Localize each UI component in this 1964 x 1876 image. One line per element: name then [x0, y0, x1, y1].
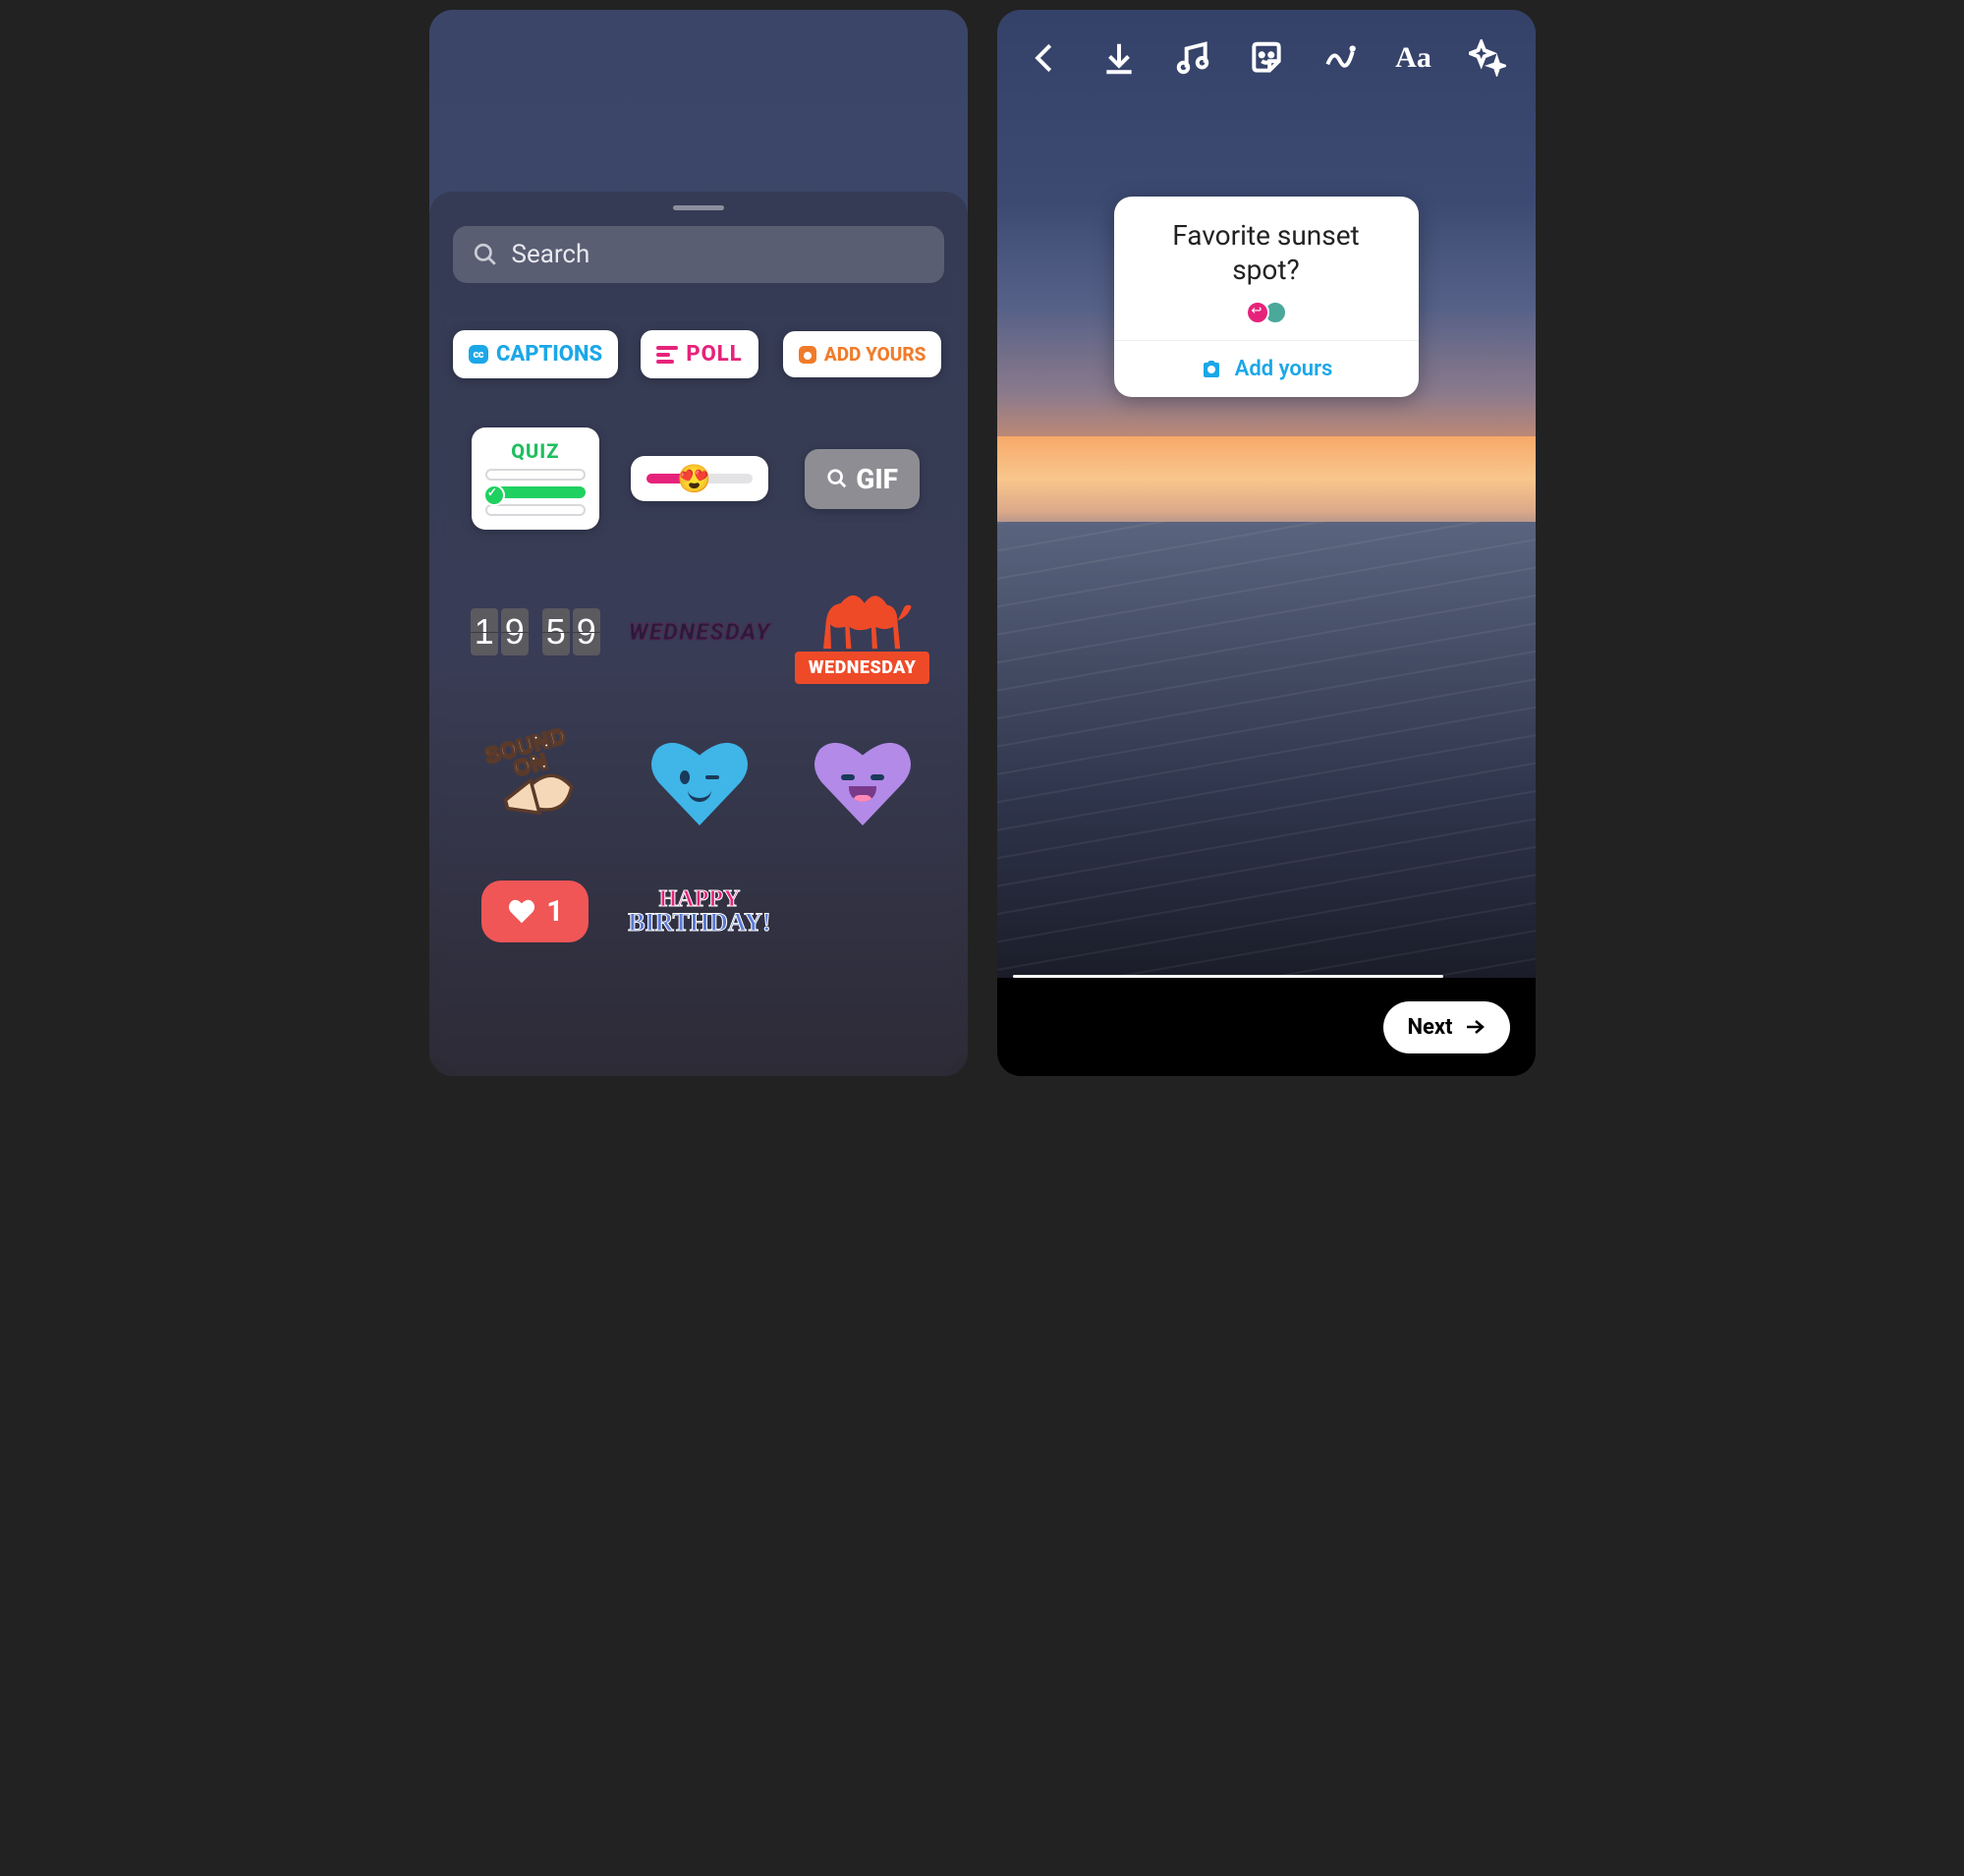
sparkle-button[interactable] — [1469, 39, 1506, 77]
sticker-quiz[interactable]: QUIZ — [472, 427, 599, 530]
add-yours-action[interactable]: Add yours — [1114, 341, 1419, 397]
music-button[interactable] — [1174, 39, 1211, 77]
quiz-correct-bar — [485, 486, 586, 498]
gif-label: GIF — [856, 463, 898, 495]
sticker-poll[interactable]: POLL — [641, 330, 758, 378]
next-button[interactable]: Next — [1383, 1001, 1509, 1053]
text-button[interactable]: Aa — [1395, 39, 1432, 77]
sticker-heart-purple[interactable] — [809, 733, 917, 831]
clock-digit: 1 — [471, 608, 498, 655]
sticker-captions[interactable]: cc CAPTIONS — [453, 330, 619, 378]
back-button[interactable] — [1027, 39, 1064, 77]
quiz-label: QUIZ — [485, 439, 586, 463]
story-editor-toolbar: Aa — [997, 39, 1536, 77]
prompt-question: Favorite sunset spot? — [1114, 197, 1419, 301]
search-icon — [826, 468, 848, 489]
chevron-left-icon — [1027, 39, 1064, 77]
poll-label: POLL — [686, 342, 742, 367]
quiz-option-bar — [485, 504, 586, 516]
camera-icon — [1200, 358, 1223, 381]
sticker-gif[interactable]: GIF — [805, 449, 920, 509]
download-icon — [1100, 39, 1138, 77]
tray-drag-handle[interactable] — [673, 205, 724, 210]
text-tool-label: Aa — [1395, 41, 1431, 75]
add-yours-action-label: Add yours — [1235, 357, 1333, 381]
story-progress-indicator — [1013, 975, 1443, 978]
participant-avatars — [1114, 301, 1419, 340]
clock-digit: 9 — [501, 608, 529, 655]
quiz-option-bar — [485, 469, 586, 481]
captions-label: CAPTIONS — [496, 342, 602, 367]
search-icon — [473, 242, 498, 267]
sticker-happy-birthday[interactable]: HAPPY BIRTHDAY! — [628, 889, 771, 934]
sticker-search-input[interactable]: Search — [453, 226, 944, 283]
effects-button[interactable] — [1321, 39, 1359, 77]
squiggle-icon — [1321, 39, 1359, 77]
heart-filled-icon — [507, 897, 536, 927]
wednesday-label: WEDNESDAY — [629, 618, 771, 646]
story-background-image — [997, 10, 1536, 1076]
slider-track: 😍 — [646, 474, 753, 483]
sticker-like-count[interactable]: 1 — [481, 881, 589, 942]
add-yours-prompt-card[interactable]: Favorite sunset spot? Add yours — [1114, 197, 1419, 397]
download-button[interactable] — [1100, 39, 1138, 77]
add-yours-label: ADD YOURS — [824, 343, 926, 366]
sticker-tray-screen: Search cc CAPTIONS POLL ADD YOURS — [429, 10, 968, 1076]
sticker-sound-on[interactable]: SOUND ON — [491, 735, 580, 829]
search-placeholder: Search — [512, 240, 590, 269]
sticker-day-text[interactable]: WEDNESDAY — [629, 618, 771, 646]
arrow-right-icon — [1463, 1015, 1487, 1039]
camera-icon — [799, 346, 816, 364]
story-bottom-bar: Next — [997, 978, 1536, 1076]
sticker-emoji-slider[interactable]: 😍 — [631, 456, 768, 501]
next-button-label: Next — [1407, 1015, 1452, 1040]
birthday-label: BIRTHDAY! — [628, 911, 771, 934]
sticker-hump-day[interactable]: WEDNESDAY — [795, 579, 930, 684]
story-editor-screen: Aa Favorite sunset spot? Add yours Next — [997, 10, 1536, 1076]
sticker-smiley-icon — [1248, 39, 1285, 77]
cc-icon: cc — [469, 345, 488, 364]
clock-digit: 5 — [542, 608, 570, 655]
sticker-tray: Search cc CAPTIONS POLL ADD YOURS — [429, 192, 968, 1076]
camel-wednesday-label: WEDNESDAY — [795, 652, 930, 684]
like-count-value: 1 — [546, 894, 563, 929]
sticker-time[interactable]: 1 9 5 9 — [471, 608, 600, 655]
sticker-add-yours[interactable]: ADD YOURS — [783, 331, 942, 377]
sticker-grid: cc CAPTIONS POLL ADD YOURS QUIZ — [453, 330, 944, 942]
sunset-horizon — [997, 436, 1536, 543]
sticker-heart-blue[interactable] — [645, 733, 754, 831]
avatar-reply-icon — [1246, 301, 1269, 324]
sticker-button[interactable] — [1248, 39, 1285, 77]
camel-icon — [809, 579, 917, 657]
heart-eyes-emoji-icon: 😍 — [677, 463, 711, 495]
poll-icon — [656, 346, 678, 364]
sparkle-icon — [1469, 39, 1506, 77]
music-icon — [1174, 39, 1211, 77]
clock-digit: 9 — [573, 608, 600, 655]
